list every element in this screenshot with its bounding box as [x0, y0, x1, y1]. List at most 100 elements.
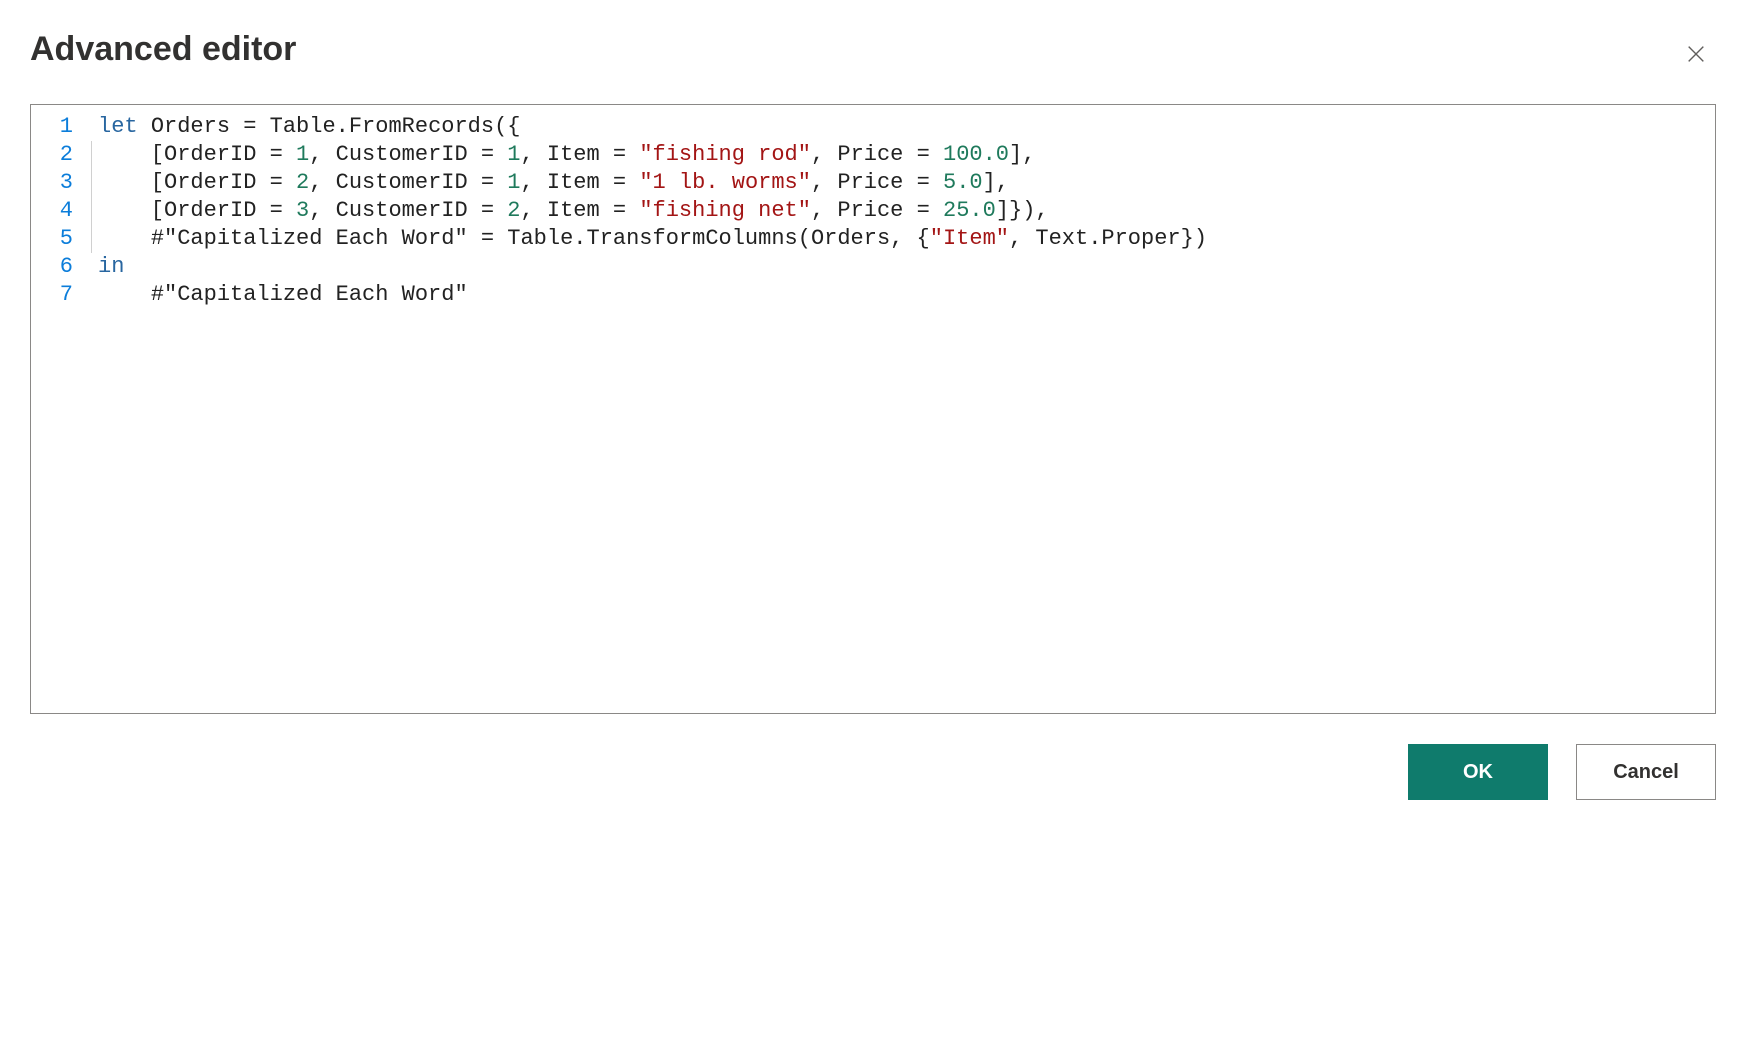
code-token-str: "Item": [930, 226, 1009, 251]
code-token-op: }): [1181, 226, 1207, 251]
line-number: 6: [31, 253, 91, 281]
code-token-num: 1: [507, 170, 520, 195]
code-token-op: =: [600, 170, 640, 195]
ok-button[interactable]: OK: [1408, 744, 1548, 800]
code-token-id: Item: [547, 142, 600, 167]
code-token-op: [: [98, 170, 164, 195]
code-token-op: =: [256, 170, 296, 195]
code-token-op: ,: [811, 142, 837, 167]
code-token-str: "fishing net": [639, 198, 811, 223]
code-token-op: =: [230, 114, 270, 139]
code-token-id: CustomerID: [336, 170, 468, 195]
code-token-id: Orders: [151, 114, 230, 139]
code-token-op: ]}),: [996, 198, 1049, 223]
code-token-op: ,: [811, 170, 837, 195]
cancel-button[interactable]: Cancel: [1576, 744, 1716, 800]
code-line[interactable]: 7 #"Capitalized Each Word": [31, 281, 1715, 309]
code-token-num: 1: [507, 142, 520, 167]
code-token-op: ,: [811, 198, 837, 223]
code-token-id: #"Capitalized Each Word": [151, 282, 468, 307]
code-token-op: [98, 282, 151, 307]
code-token-id: Price: [837, 170, 903, 195]
code-token-id: CustomerID: [336, 142, 468, 167]
code-token-id: Table.FromRecords: [270, 114, 494, 139]
code-line[interactable]: 2 [OrderID = 1, CustomerID = 1, Item = "…: [31, 141, 1715, 169]
code-token-num: 1: [296, 142, 309, 167]
code-token-op: =: [903, 170, 943, 195]
code-token-op: =: [600, 142, 640, 167]
code-token-op: =: [468, 226, 508, 251]
code-token-id: #"Capitalized Each Word": [151, 226, 468, 251]
code-token-op: [: [98, 142, 164, 167]
code-token-op: ,: [521, 170, 547, 195]
code-token-id: Text.Proper: [1035, 226, 1180, 251]
code-content[interactable]: [OrderID = 2, CustomerID = 1, Item = "1 …: [91, 169, 1715, 197]
code-line[interactable]: 6 in: [31, 253, 1715, 281]
code-token-num: 25.0: [943, 198, 996, 223]
code-token-op: (: [798, 226, 811, 251]
close-icon: [1685, 43, 1707, 65]
code-token-num: 2: [296, 170, 309, 195]
code-token-num: 100.0: [943, 142, 1009, 167]
code-token-op: [138, 114, 151, 139]
dialog-title: Advanced editor: [30, 30, 296, 69]
code-content[interactable]: #"Capitalized Each Word" = Table.Transfo…: [91, 225, 1715, 253]
code-content[interactable]: in: [91, 253, 1715, 281]
code-token-op: ,: [309, 170, 335, 195]
code-token-num: 5.0: [943, 170, 983, 195]
line-number: 3: [31, 169, 91, 197]
code-editor[interactable]: 1let Orders = Table.FromRecords({2 [Orde…: [30, 104, 1716, 714]
advanced-editor-dialog: Advanced editor 1let Orders = Table.From…: [30, 30, 1716, 800]
code-token-str: "fishing rod": [639, 142, 811, 167]
code-token-op: =: [468, 198, 508, 223]
code-token-op: ,: [309, 198, 335, 223]
code-token-op: ],: [1009, 142, 1035, 167]
code-token-op: , {: [890, 226, 930, 251]
code-token-id: CustomerID: [336, 198, 468, 223]
code-content[interactable]: [OrderID = 1, CustomerID = 1, Item = "fi…: [91, 141, 1715, 169]
code-token-id: OrderID: [164, 170, 256, 195]
code-token-id: OrderID: [164, 198, 256, 223]
code-token-op: =: [903, 142, 943, 167]
code-token-op: ,: [521, 142, 547, 167]
line-number: 7: [31, 281, 91, 309]
code-line[interactable]: 1let Orders = Table.FromRecords({: [31, 113, 1715, 141]
code-token-op: =: [256, 142, 296, 167]
code-token-id: OrderID: [164, 142, 256, 167]
code-token-op: [: [98, 198, 164, 223]
code-token-op: =: [468, 170, 508, 195]
code-token-kw: let: [98, 114, 138, 139]
code-token-op: =: [903, 198, 943, 223]
line-number: 4: [31, 197, 91, 225]
code-line[interactable]: 4 [OrderID = 3, CustomerID = 2, Item = "…: [31, 197, 1715, 225]
code-token-id: Item: [547, 198, 600, 223]
code-line[interactable]: 5 #"Capitalized Each Word" = Table.Trans…: [31, 225, 1715, 253]
code-token-str: "1 lb. worms": [639, 170, 811, 195]
code-token-op: =: [468, 142, 508, 167]
code-token-id: Table.TransformColumns: [507, 226, 797, 251]
code-token-op: ,: [521, 198, 547, 223]
code-content[interactable]: #"Capitalized Each Word": [91, 281, 1715, 309]
code-token-op: ,: [1009, 226, 1035, 251]
code-token-id: Price: [837, 198, 903, 223]
code-token-kw: in: [98, 254, 124, 279]
close-button[interactable]: [1676, 34, 1716, 74]
code-content[interactable]: let Orders = Table.FromRecords({: [91, 113, 1715, 141]
code-token-op: =: [600, 198, 640, 223]
dialog-header: Advanced editor: [30, 30, 1716, 74]
code-token-num: 3: [296, 198, 309, 223]
code-token-op: ],: [983, 170, 1009, 195]
code-token-id: Item: [547, 170, 600, 195]
code-token-op: [98, 226, 151, 251]
code-token-op: ,: [309, 142, 335, 167]
code-token-op: ({: [494, 114, 520, 139]
code-token-num: 2: [507, 198, 520, 223]
code-token-id: Orders: [811, 226, 890, 251]
line-number: 5: [31, 225, 91, 253]
code-token-id: Price: [837, 142, 903, 167]
code-token-op: =: [256, 198, 296, 223]
code-content[interactable]: [OrderID = 3, CustomerID = 2, Item = "fi…: [91, 197, 1715, 225]
line-number: 2: [31, 141, 91, 169]
line-number: 1: [31, 113, 91, 141]
code-line[interactable]: 3 [OrderID = 2, CustomerID = 1, Item = "…: [31, 169, 1715, 197]
